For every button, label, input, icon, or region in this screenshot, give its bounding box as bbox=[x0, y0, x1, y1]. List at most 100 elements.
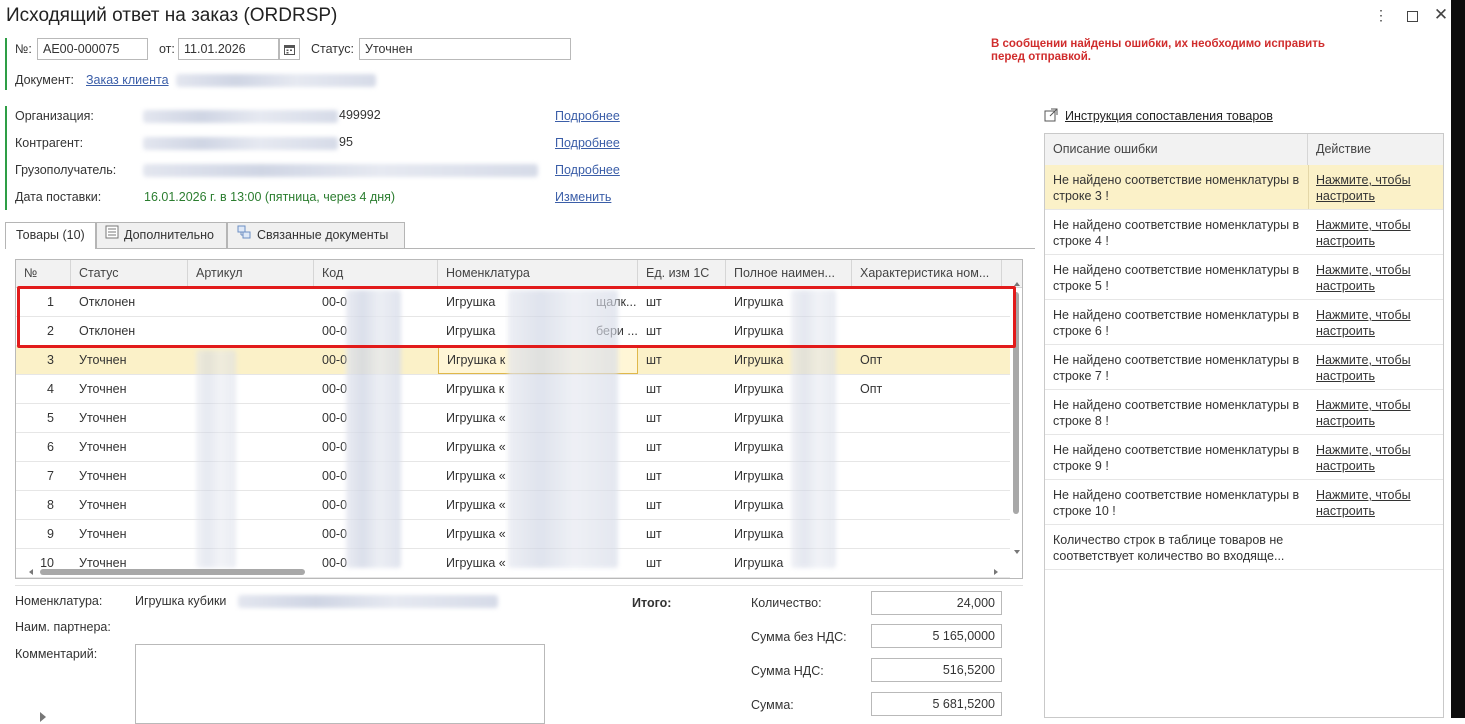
error-description: Не найдено соответствие номенклатуры в с… bbox=[1053, 263, 1300, 293]
document-label: Документ: bbox=[15, 73, 74, 87]
configure-link[interactable]: Нажмите, чтобы настроить bbox=[1316, 307, 1436, 339]
number-field[interactable]: АЕ00-000075 bbox=[37, 38, 148, 60]
col-full-name[interactable]: Полное наимен... bbox=[726, 260, 852, 287]
tab-related-docs[interactable]: Связанные документы bbox=[227, 222, 405, 248]
error-row[interactable]: Не найдено соответствие номенклатуры в с… bbox=[1045, 210, 1443, 255]
status-field[interactable]: Уточнен bbox=[359, 38, 571, 60]
close-icon[interactable]: ✕ bbox=[1430, 4, 1452, 26]
info-accent-bar bbox=[5, 106, 7, 210]
sum-without-vat-field[interactable]: 5 165,0000 bbox=[871, 624, 1002, 648]
col-unit[interactable]: Ед. изм 1С bbox=[638, 260, 726, 287]
configure-link[interactable]: Нажмите, чтобы настроить bbox=[1316, 172, 1436, 204]
error-description: Не найдено соответствие номенклатуры в с… bbox=[1053, 398, 1300, 428]
cell-characteristic bbox=[852, 491, 1002, 519]
cell-unit: шт bbox=[646, 382, 662, 396]
cell-status: Уточнен bbox=[79, 498, 127, 512]
document-link-redacted bbox=[176, 74, 376, 87]
cell-status: Уточнен bbox=[79, 382, 127, 396]
contractor-value: 95 bbox=[339, 135, 353, 149]
cell-characteristic bbox=[852, 462, 1002, 490]
cell-number: 4 bbox=[47, 382, 54, 396]
cell-unit: шт bbox=[646, 498, 662, 512]
cell-unit: шт bbox=[646, 527, 662, 541]
cell-status: Уточнен bbox=[79, 440, 127, 454]
error-row[interactable]: Количество строк в таблице товаров не со… bbox=[1045, 525, 1443, 570]
number-label: №: bbox=[15, 42, 32, 56]
list-icon bbox=[105, 223, 119, 248]
date-field[interactable]: 11.01.2026 bbox=[178, 38, 279, 60]
contractor-label: Контрагент: bbox=[15, 136, 84, 150]
total-sum-label: Сумма: bbox=[751, 698, 794, 712]
cell-characteristic bbox=[852, 520, 1002, 548]
total-sum-field[interactable]: 5 681,5200 bbox=[871, 692, 1002, 716]
error-row[interactable]: Не найдено соответствие номенклатуры в с… bbox=[1045, 435, 1443, 480]
sum-without-vat-label: Сумма без НДС: bbox=[751, 630, 847, 644]
consignee-redacted bbox=[143, 164, 538, 177]
col-nomenclature[interactable]: Номенклатура bbox=[438, 260, 638, 287]
maximize-icon[interactable] bbox=[1401, 4, 1423, 26]
error-description: Не найдено соответствие номенклатуры в с… bbox=[1053, 173, 1300, 203]
configure-link[interactable]: Нажмите, чтобы настроить bbox=[1316, 397, 1436, 429]
related-docs-icon bbox=[237, 223, 251, 248]
tab-additional-label: Дополнительно bbox=[124, 228, 214, 242]
configure-link[interactable]: Нажмите, чтобы настроить bbox=[1316, 262, 1436, 294]
tab-related-docs-label: Связанные документы bbox=[257, 228, 389, 242]
configure-link[interactable]: Нажмите, чтобы настроить bbox=[1316, 352, 1436, 384]
col-number[interactable]: № bbox=[16, 260, 71, 287]
organization-details-link[interactable]: Подробнее bbox=[555, 109, 620, 123]
delivery-date-change-link[interactable]: Изменить bbox=[555, 190, 611, 204]
configure-link[interactable]: Нажмите, чтобы настроить bbox=[1316, 217, 1436, 249]
instruction-link[interactable]: Инструкция сопоставления товаров bbox=[1065, 109, 1273, 123]
vat-sum-field[interactable]: 516,5200 bbox=[871, 658, 1002, 682]
error-row[interactable]: Не найдено соответствие номенклатуры в с… bbox=[1045, 390, 1443, 435]
col-error-description[interactable]: Описание ошибки bbox=[1045, 134, 1308, 165]
error-message: В сообщении найдены ошибки, их необходим… bbox=[991, 38, 1325, 63]
calendar-icon[interactable] bbox=[279, 38, 300, 60]
mouse-cursor-icon bbox=[40, 712, 46, 722]
delivery-date-label: Дата поставки: bbox=[15, 190, 102, 204]
cell-number: 8 bbox=[47, 498, 54, 512]
error-row[interactable]: Не найдено соответствие номенклатуры в с… bbox=[1045, 255, 1443, 300]
quantity-field[interactable]: 24,000 bbox=[871, 591, 1002, 615]
configure-link[interactable]: Нажмите, чтобы настроить bbox=[1316, 442, 1436, 474]
totals-label: Итого: bbox=[632, 596, 672, 610]
window-edge bbox=[1451, 0, 1465, 718]
cell-characteristic: Опт bbox=[860, 353, 883, 367]
consignee-details-link[interactable]: Подробнее bbox=[555, 163, 620, 177]
error-description: Не найдено соответствие номенклатуры в с… bbox=[1053, 488, 1300, 518]
date-label: от: bbox=[159, 42, 175, 56]
comment-field[interactable] bbox=[135, 644, 545, 724]
goods-table-horizontal-scrollbar[interactable] bbox=[29, 568, 998, 576]
errors-table[interactable]: Описание ошибки Действие Не найдено соот… bbox=[1044, 133, 1444, 718]
col-status[interactable]: Статус bbox=[71, 260, 188, 287]
external-link-icon bbox=[1044, 108, 1058, 125]
col-code[interactable]: Код bbox=[314, 260, 438, 287]
cell-characteristic bbox=[852, 404, 1002, 432]
configure-link[interactable]: Нажмите, чтобы настроить bbox=[1316, 487, 1436, 519]
tab-goods[interactable]: Товары (10) bbox=[5, 222, 96, 249]
error-row[interactable]: Не найдено соответствие номенклатуры в с… bbox=[1045, 300, 1443, 345]
cell-status: Уточнен bbox=[79, 411, 127, 425]
error-description: Не найдено соответствие номенклатуры в с… bbox=[1053, 353, 1300, 383]
row-divider bbox=[1308, 165, 1309, 209]
col-action[interactable]: Действие bbox=[1308, 134, 1443, 165]
col-article[interactable]: Артикул bbox=[188, 260, 314, 287]
cell-unit: шт bbox=[646, 440, 662, 454]
more-menu-icon[interactable]: ⋮ bbox=[1370, 4, 1392, 26]
error-description: Не найдено соответствие номенклатуры в с… bbox=[1053, 308, 1300, 338]
cell-number: 3 bbox=[47, 353, 54, 367]
document-link[interactable]: Заказ клиента bbox=[86, 73, 169, 87]
vat-sum-label: Сумма НДС: bbox=[751, 664, 824, 678]
cell-status: Уточнен bbox=[79, 469, 127, 483]
goods-table-header: № Статус Артикул Код Номенклатура Ед. из… bbox=[16, 260, 1022, 288]
error-row[interactable]: Не найдено соответствие номенклатуры в с… bbox=[1045, 480, 1443, 525]
error-row[interactable]: Не найдено соответствие номенклатуры в с… bbox=[1045, 165, 1443, 210]
tab-additional[interactable]: Дополнительно bbox=[96, 222, 227, 248]
organization-redacted bbox=[143, 110, 338, 123]
cell-number: 7 bbox=[47, 469, 54, 483]
col-characteristic[interactable]: Характеристика ном... bbox=[852, 260, 1002, 287]
contractor-details-link[interactable]: Подробнее bbox=[555, 136, 620, 150]
window-title: Исходящий ответ на заказ (ORDRSP) bbox=[6, 5, 338, 26]
error-row[interactable]: Не найдено соответствие номенклатуры в с… bbox=[1045, 345, 1443, 390]
cell-number: 5 bbox=[47, 411, 54, 425]
